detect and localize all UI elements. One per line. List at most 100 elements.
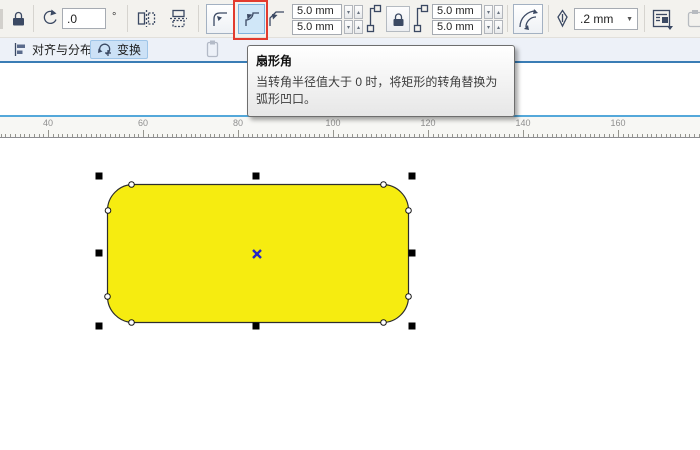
ruler-tick bbox=[546, 134, 548, 137]
rotate-angle-icon bbox=[40, 8, 59, 27]
ruler-label: 120 bbox=[420, 118, 436, 128]
disabled-clipboard-icon bbox=[203, 39, 221, 60]
ruler-tick bbox=[214, 134, 216, 137]
spin-down-button[interactable]: ▾ bbox=[344, 20, 353, 34]
ruler-tick bbox=[228, 134, 230, 137]
ruler-tick bbox=[57, 134, 59, 137]
ruler-tick bbox=[147, 134, 149, 137]
spin-down-button[interactable]: ▾ bbox=[344, 5, 353, 19]
clipped-control bbox=[0, 9, 3, 29]
ruler-tick bbox=[470, 134, 472, 137]
ruler-tick bbox=[314, 134, 315, 137]
round-corner-button[interactable] bbox=[206, 4, 234, 34]
corner-radius-right-fields: 5.0 mm 5.0 mm bbox=[432, 4, 482, 35]
ruler-tick bbox=[385, 134, 387, 137]
ruler-tick bbox=[618, 130, 619, 137]
corner-node[interactable] bbox=[380, 181, 387, 188]
ruler-tick bbox=[366, 134, 368, 137]
wrap-text-button[interactable] bbox=[650, 7, 673, 30]
corner-radius-bottom-left-field[interactable]: 5.0 mm bbox=[292, 20, 342, 35]
spinner-column-left: ▾ ▴ ▾ ▴ bbox=[344, 5, 365, 35]
ruler-tick bbox=[242, 134, 244, 137]
corner-radius-left-fields: 5.0 mm 5.0 mm bbox=[292, 4, 342, 35]
corner-radius-top-left-field[interactable]: 5.0 mm bbox=[292, 4, 342, 19]
ruler-tick bbox=[565, 134, 567, 137]
separator bbox=[507, 5, 508, 32]
mirror-vertical-button[interactable] bbox=[168, 8, 189, 29]
lock-ratio-icon[interactable] bbox=[11, 10, 26, 27]
ruler-tick bbox=[285, 134, 287, 137]
outline-width-value: .2 mm bbox=[580, 12, 614, 26]
horizontal-ruler[interactable]: 40 60 80 100 120 140 160 bbox=[0, 115, 700, 138]
ruler-tick bbox=[651, 134, 653, 137]
ruler-tick bbox=[375, 134, 377, 137]
ruler-tick bbox=[432, 134, 434, 137]
corner-node[interactable] bbox=[405, 207, 412, 214]
corner-node[interactable] bbox=[128, 181, 135, 188]
ruler-tick bbox=[233, 134, 235, 137]
ruler-tick bbox=[508, 134, 510, 137]
ruler-tick bbox=[5, 134, 7, 137]
ruler-tick bbox=[399, 134, 401, 137]
ruler-tick bbox=[162, 134, 163, 137]
corner-scaling-icon bbox=[519, 9, 538, 30]
ruler-tick bbox=[290, 134, 292, 137]
ruler-tick bbox=[684, 134, 686, 137]
spin-down-button[interactable]: ▾ bbox=[484, 20, 493, 34]
ruler-tick bbox=[594, 134, 596, 137]
spin-down-button[interactable]: ▾ bbox=[484, 5, 493, 19]
ruler-tick bbox=[456, 134, 458, 137]
corner-radius-bottom-right-field[interactable]: 5.0 mm bbox=[432, 20, 482, 35]
selection-handle[interactable] bbox=[95, 322, 103, 330]
spin-up-button[interactable]: ▴ bbox=[354, 20, 363, 34]
transform-button[interactable]: 变换 bbox=[90, 40, 149, 59]
ruler-tick bbox=[223, 134, 225, 137]
lock-corners-together-button[interactable] bbox=[386, 6, 410, 32]
ruler-tick bbox=[418, 134, 420, 137]
spin-up-button[interactable]: ▴ bbox=[494, 20, 503, 34]
ruler-tick bbox=[679, 134, 681, 137]
corner-node[interactable] bbox=[104, 207, 112, 214]
ruler-tick bbox=[171, 134, 173, 137]
spin-up-button[interactable]: ▴ bbox=[354, 5, 363, 19]
ruler-tick bbox=[209, 134, 211, 137]
ruler-label: 140 bbox=[515, 118, 531, 128]
separator bbox=[644, 5, 645, 32]
selection-handle[interactable] bbox=[95, 249, 103, 257]
outline-width-dropdown[interactable]: .2 mm ▼ bbox=[574, 8, 638, 30]
selection-handle[interactable] bbox=[408, 249, 416, 257]
ruler-tick bbox=[95, 134, 97, 137]
ruler-tick bbox=[409, 134, 410, 137]
selection-handle[interactable] bbox=[252, 172, 260, 180]
ruler-tick bbox=[138, 134, 140, 137]
ruler-tick bbox=[556, 134, 558, 137]
rotation-angle-input[interactable] bbox=[62, 8, 106, 29]
relative-corner-scaling-button[interactable] bbox=[513, 4, 543, 34]
corner-radius-top-right-field[interactable]: 5.0 mm bbox=[432, 4, 482, 19]
ruler-tick bbox=[109, 134, 111, 137]
ruler-label: 160 bbox=[610, 118, 626, 128]
ruler-tick bbox=[489, 134, 491, 137]
ruler-tick bbox=[551, 134, 553, 137]
ruler-tick bbox=[323, 134, 325, 137]
ruler-tick bbox=[276, 134, 277, 137]
selection-handle[interactable] bbox=[252, 322, 260, 330]
selected-shape[interactable] bbox=[106, 183, 410, 324]
corner-node[interactable] bbox=[405, 293, 412, 300]
ruler-tick bbox=[466, 134, 467, 137]
ruler-tick bbox=[48, 130, 49, 137]
selection-handle[interactable] bbox=[408, 322, 416, 330]
ruler-tick bbox=[29, 134, 30, 137]
chamfer-corner-button[interactable] bbox=[266, 8, 288, 30]
corner-node[interactable] bbox=[128, 319, 135, 326]
ruler-tick bbox=[238, 130, 239, 137]
selection-handle[interactable] bbox=[408, 172, 416, 180]
spin-up-button[interactable]: ▴ bbox=[494, 5, 503, 19]
ruler-tick bbox=[589, 134, 591, 137]
selection-handle[interactable] bbox=[95, 172, 103, 180]
corner-node[interactable] bbox=[380, 319, 387, 326]
mirror-horizontal-button[interactable] bbox=[136, 8, 157, 29]
ruler-tick bbox=[295, 134, 296, 137]
ruler-tick bbox=[575, 134, 577, 137]
corner-node[interactable] bbox=[104, 293, 111, 300]
